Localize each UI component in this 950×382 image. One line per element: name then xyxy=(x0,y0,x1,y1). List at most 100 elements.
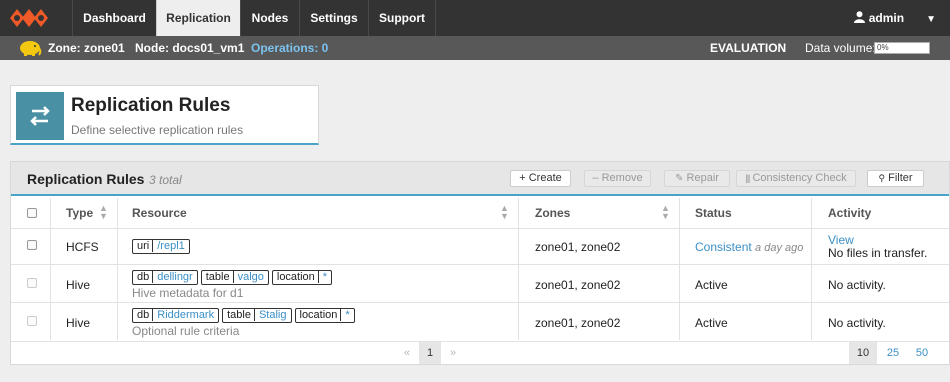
column-header-resource[interactable]: Resource xyxy=(132,198,187,228)
row-checkbox[interactable] xyxy=(27,316,37,326)
tag-key: table xyxy=(227,309,251,321)
resource-tag: table Stalig xyxy=(222,308,292,323)
page-size-option[interactable]: 25 xyxy=(879,342,907,364)
column-header-zones[interactable]: Zones xyxy=(535,198,570,228)
table-row[interactable]: Hive db Riddermark table Stalig location * Op… xyxy=(11,302,949,340)
resource-tags: uri/repl1 xyxy=(132,238,193,254)
rules-panel: Replication Rules 3 total + Create – Rem… xyxy=(10,161,950,365)
next-page-button[interactable]: » xyxy=(442,342,464,364)
row-status: Active xyxy=(695,278,728,292)
repair-button[interactable]: ✎ Repair xyxy=(664,170,730,187)
rule-note: Hive metadata for d1 xyxy=(132,286,244,300)
zone-label: Zone: zone01 xyxy=(48,41,125,55)
pagination: « 1 » 10 25 50 xyxy=(11,341,949,364)
tab-nodes[interactable]: Nodes xyxy=(240,0,299,36)
activity-text: No files in transfer. xyxy=(828,246,928,260)
column-header-type[interactable]: Type xyxy=(66,198,93,228)
table-row[interactable]: Hive db dellingr table valgo location * Hive … xyxy=(11,264,949,302)
username: admin xyxy=(868,11,905,25)
replication-icon xyxy=(16,92,64,140)
select-all-checkbox[interactable] xyxy=(27,208,37,218)
wrench-icon: ✎ xyxy=(675,173,684,184)
top-navbar: Dashboard Replication Nodes Settings Sup… xyxy=(0,0,950,36)
license-label: EVALUATION xyxy=(710,41,787,55)
tab-support[interactable]: Support xyxy=(368,0,436,36)
tag-key: db xyxy=(137,309,150,321)
row-type: HCFS xyxy=(66,240,99,254)
status-link[interactable]: Consistent xyxy=(695,240,752,254)
user-icon xyxy=(853,11,865,23)
row-activity: No activity. xyxy=(828,316,886,330)
resource-tag: db dellingr xyxy=(132,270,198,285)
tag-value[interactable]: valgo xyxy=(232,271,264,283)
row-activity: No activity. xyxy=(828,278,886,292)
row-zones: zone01, zone02 xyxy=(535,240,621,254)
tag-value[interactable]: Stalig xyxy=(253,309,287,321)
resource-tag: location * xyxy=(271,270,333,285)
page-size-option[interactable]: 10 xyxy=(849,342,877,364)
status-time: a day ago xyxy=(755,242,804,254)
consistency-check-button[interactable]: ||| Consistency Check xyxy=(736,170,856,187)
page-number[interactable]: 1 xyxy=(419,342,441,364)
resource-tag: table valgo xyxy=(200,270,269,285)
rule-note: Optional rule criteria xyxy=(132,324,240,338)
row-activity: View No files in transfer. xyxy=(828,234,927,260)
resource-tag: location * xyxy=(294,308,355,323)
node-label: Node: docs01_vm1 xyxy=(135,41,245,55)
page-subtitle: Define selective replication rules xyxy=(71,123,244,137)
tag-key: uri xyxy=(137,240,150,252)
tag-key: location xyxy=(276,271,315,283)
column-header-activity: Activity xyxy=(828,206,872,220)
sort-icon[interactable]: ▲ ▼ xyxy=(99,204,108,221)
column-header-status: Status xyxy=(695,206,732,220)
page-title: Replication Rules xyxy=(71,95,231,116)
row-checkbox[interactable] xyxy=(27,278,37,288)
chevron-down-icon: ▼ xyxy=(926,14,936,25)
tag-key: db xyxy=(137,271,150,283)
row-zones: zone01, zone02 xyxy=(535,278,621,292)
tag-key: location xyxy=(299,309,338,321)
filter-label: Filter xyxy=(888,172,913,184)
status-bar: Zone: zone01 Node: docs01_vm1 Operations… xyxy=(0,36,950,60)
tab-replication[interactable]: Replication xyxy=(156,0,240,36)
consistency-label: Consistency Check xyxy=(752,172,847,184)
panel-header: Replication Rules 3 total + Create – Rem… xyxy=(11,162,949,196)
resource-tag: uri/repl1 xyxy=(132,239,190,254)
page-size-option[interactable]: 50 xyxy=(908,342,936,364)
sort-icon[interactable]: ▲ ▼ xyxy=(661,204,670,221)
sort-icon[interactable]: ▲ ▼ xyxy=(500,204,509,221)
resource-tags: db Riddermark table Stalig location * Optiona… xyxy=(132,307,358,338)
page-header-card: Replication Rules Define selective repli… xyxy=(10,85,319,145)
search-icon: ⚲ xyxy=(878,173,886,183)
remove-button[interactable]: – Remove xyxy=(584,170,651,187)
logo-icon[interactable] xyxy=(10,7,48,29)
row-type: Hive xyxy=(66,316,91,330)
row-status: Active xyxy=(695,316,728,330)
data-volume-bar: 0% xyxy=(874,42,930,54)
table-row[interactable]: HCFS uri/repl1 zone01, zone02 Consistent… xyxy=(11,228,949,264)
bars-icon: ||| xyxy=(745,173,750,183)
tab-settings[interactable]: Settings xyxy=(299,0,368,36)
tag-value[interactable]: Riddermark xyxy=(152,309,215,321)
data-volume-label: Data volume: xyxy=(805,41,876,55)
repair-label: Repair xyxy=(686,172,719,184)
operations-link[interactable]: Operations: 0 xyxy=(251,36,328,60)
elephant-icon xyxy=(20,41,42,56)
row-status: Consistent a day ago xyxy=(695,240,803,254)
panel-count: 3 total xyxy=(149,173,182,187)
tag-value[interactable]: dellingr xyxy=(152,271,193,283)
prev-page-button[interactable]: « xyxy=(396,342,418,364)
tag-key: table xyxy=(205,271,230,283)
user-menu[interactable]: admin ▼ xyxy=(853,0,936,36)
create-button[interactable]: + Create xyxy=(510,170,571,187)
tag-value[interactable]: * xyxy=(340,309,350,321)
panel-title: Replication Rules xyxy=(27,171,145,187)
row-checkbox[interactable] xyxy=(27,240,37,250)
resource-tag: db Riddermark xyxy=(132,308,220,323)
filter-button[interactable]: ⚲ Filter xyxy=(867,170,924,187)
tab-dashboard[interactable]: Dashboard xyxy=(72,0,156,36)
row-type: Hive xyxy=(66,278,91,292)
resource-tags: db dellingr table valgo location * Hive metad… xyxy=(132,269,335,300)
tag-value[interactable]: /repl1 xyxy=(152,240,185,252)
tag-value[interactable]: * xyxy=(317,271,328,283)
